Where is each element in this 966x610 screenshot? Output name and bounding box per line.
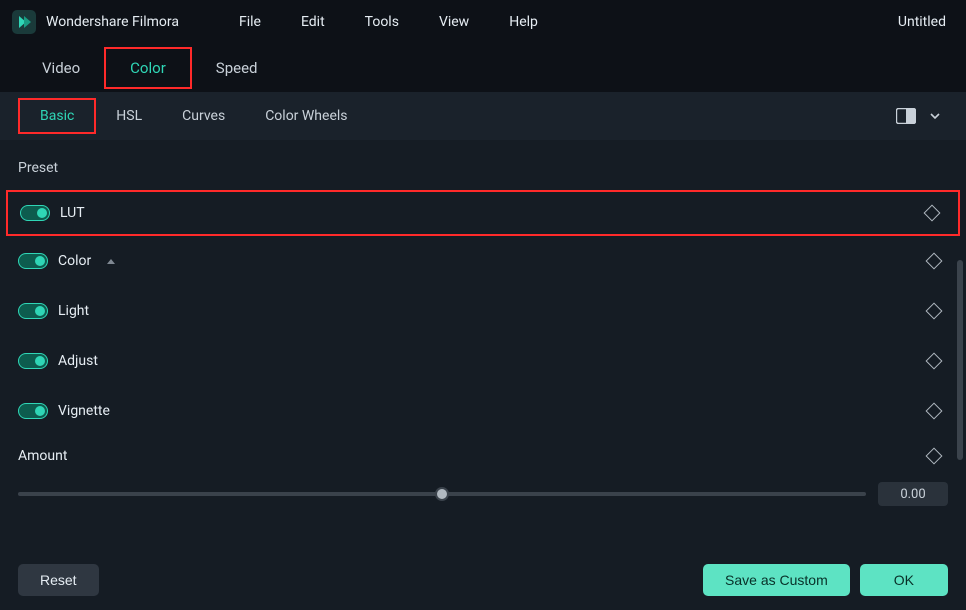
app-name: Wondershare Filmora [46,14,179,30]
toggle-adjust[interactable] [18,353,48,369]
compare-view-icon[interactable] [890,108,922,124]
panel-scrollbar[interactable] [957,260,963,460]
toggle-color[interactable] [18,253,48,269]
prop-label-light: Light [58,303,89,319]
menu-tools[interactable]: Tools [345,10,419,34]
color-basic-panel: Preset LUT Color Light Adjust Vignette A… [0,140,966,550]
document-title: Untitled [898,14,954,30]
preset-label: Preset [0,158,966,190]
reset-button[interactable]: Reset [18,564,99,596]
save-as-custom-button[interactable]: Save as Custom [703,564,850,596]
prop-label-color: Color [58,253,91,269]
tab-color[interactable]: Color [104,47,192,89]
menu-help[interactable]: Help [489,10,558,34]
keyframe-light-icon[interactable] [926,303,943,320]
menu-edit[interactable]: Edit [281,10,345,34]
amount-section: Amount 0.00 [0,436,966,506]
app-logo [12,10,36,34]
tab-hsl[interactable]: HSL [96,100,162,132]
keyframe-lut-icon[interactable] [924,205,941,222]
amount-slider-thumb[interactable] [435,487,449,501]
menubar: Wondershare Filmora File Edit Tools View… [0,0,966,44]
filmora-logo-icon [16,14,32,30]
prop-row-lut: LUT [6,190,960,236]
toggle-lut[interactable] [20,205,50,221]
prop-row-adjust: Adjust [0,336,966,386]
tab-speed[interactable]: Speed [192,49,282,87]
prop-row-vignette: Vignette [0,386,966,436]
keyframe-amount-icon[interactable] [926,448,943,465]
tab-basic[interactable]: Basic [18,98,96,134]
toggle-vignette[interactable] [18,403,48,419]
prop-label-vignette: Vignette [58,403,110,419]
toggle-light[interactable] [18,303,48,319]
prop-label-lut: LUT [60,205,85,221]
keyframe-adjust-icon[interactable] [926,353,943,370]
ok-button[interactable]: OK [860,564,948,596]
amount-label: Amount [18,448,67,464]
prop-row-light: Light [0,286,966,336]
keyframe-color-icon[interactable] [926,253,943,270]
caret-up-icon[interactable] [107,259,115,264]
menu-view[interactable]: View [419,10,489,34]
amount-value[interactable]: 0.00 [878,482,948,506]
tab-color-wheels[interactable]: Color Wheels [245,100,367,132]
tab-curves[interactable]: Curves [162,100,245,132]
prop-row-color: Color [0,236,966,286]
menu-file[interactable]: File [219,10,281,34]
chevron-down-icon[interactable] [922,109,948,123]
keyframe-vignette-icon[interactable] [926,403,943,420]
primary-tabs: Video Color Speed [0,44,966,92]
prop-label-adjust: Adjust [58,353,98,369]
tab-video[interactable]: Video [18,49,104,87]
footer-buttons: Reset Save as Custom OK [0,550,966,610]
secondary-tabs: Basic HSL Curves Color Wheels [0,92,966,140]
amount-slider[interactable] [18,492,866,496]
